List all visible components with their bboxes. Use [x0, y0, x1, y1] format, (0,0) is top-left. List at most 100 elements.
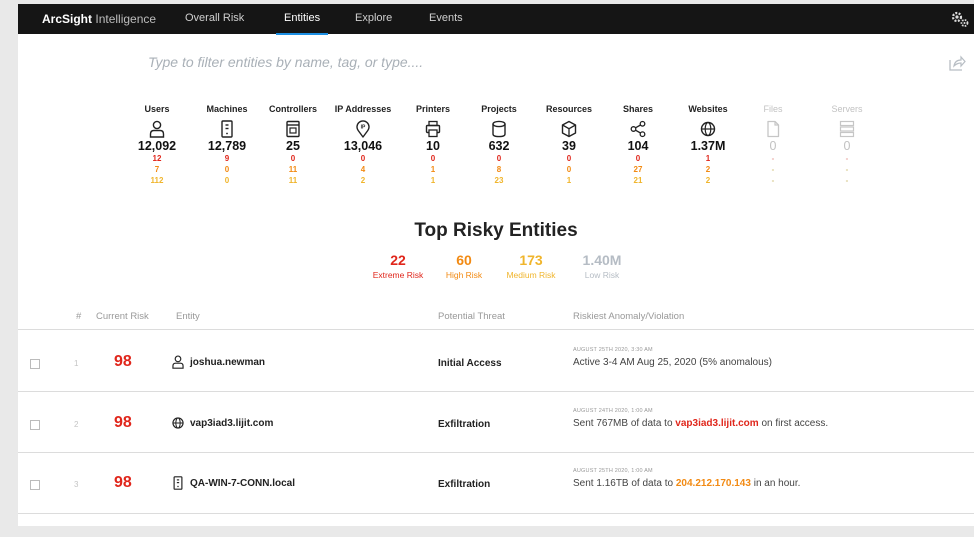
category-total: 39 [562, 139, 576, 153]
row-divider [18, 391, 974, 392]
category-files[interactable]: Files 0 - - - [733, 104, 813, 186]
row-anomaly-description[interactable]: Sent 767MB of data to vap3iad3.lijit.com… [573, 418, 828, 429]
risk-summary-extreme[interactable]: 22 Extreme Risk [363, 252, 433, 282]
column-header-current-risk[interactable]: Current Risk [96, 311, 149, 322]
row-anomaly-date: AUGUST 25TH 2020, 3:30 AM [573, 347, 653, 353]
category-servers[interactable]: Servers 0 - - - [807, 104, 887, 186]
brand-product: Intelligence [95, 12, 157, 26]
category-shares[interactable]: Shares 104 0 27 21 [598, 104, 678, 186]
globe-icon [172, 417, 184, 429]
column-header-index: # [76, 311, 82, 322]
row-entity-name[interactable]: QA-WIN-7-CONN.local [190, 478, 295, 489]
risk-summary-label: Low Risk [584, 270, 620, 280]
share-nodes-icon [630, 120, 646, 138]
category-total: 0 [843, 139, 851, 153]
category-high-count: - [845, 165, 849, 174]
category-high-count: 11 [288, 165, 298, 174]
category-label: Files [763, 104, 783, 114]
top-nav: ArcSight Intelligence Overall Risk Entit… [18, 4, 974, 35]
row-anomaly-description[interactable]: Sent 1.16TB of data to 204.212.170.143 i… [573, 478, 800, 489]
category-medium-count: 11 [288, 176, 298, 185]
category-extreme-count: 0 [635, 154, 641, 163]
row-entity-name[interactable]: vap3iad3.lijit.com [190, 418, 273, 429]
category-ip-addresses[interactable]: IP Addresses IP 13,046 0 4 2 [323, 104, 403, 186]
file-icon [767, 120, 780, 138]
machine-icon [173, 476, 183, 490]
category-extreme-count: - [771, 154, 775, 163]
category-high-count: 7 [154, 165, 160, 174]
risk-summary-label: Extreme Risk [372, 270, 424, 280]
tab-entities-label: Entities [284, 12, 321, 24]
category-extreme-count: - [845, 154, 849, 163]
machine-icon [221, 120, 233, 138]
user-icon [172, 355, 184, 369]
anomaly-text: on first access. [758, 418, 829, 429]
settings-gears-icon[interactable] [950, 9, 970, 29]
category-total: 632 [488, 139, 510, 153]
category-total: 12,092 [137, 139, 177, 153]
category-medium-count: 1 [566, 176, 572, 185]
category-extreme-count: 0 [290, 154, 296, 163]
risk-summary-high[interactable]: 60 High Risk [429, 252, 499, 282]
category-label: Projects [481, 104, 517, 114]
brand-logo[interactable]: ArcSight Intelligence [42, 12, 156, 26]
row-entity-name[interactable]: joshua.newman [190, 357, 265, 368]
tab-overall-risk[interactable]: Overall Risk [185, 12, 244, 24]
column-header-riskiest-anomaly[interactable]: Riskiest Anomaly/Violation [573, 311, 684, 322]
active-tab-indicator [276, 33, 329, 35]
row-divider [18, 452, 974, 453]
row-potential-threat: Initial Access [438, 358, 502, 369]
row-anomaly-date: AUGUST 25TH 2020, 1:00 AM [573, 468, 653, 474]
controller-icon [286, 120, 300, 138]
row-anomaly-date: AUGUST 24TH 2020, 1:00 AM [573, 408, 653, 414]
anomaly-highlight[interactable]: vap3iad3.lijit.com [675, 418, 758, 429]
risk-summary-label: High Risk [445, 270, 483, 280]
entity-filter-input[interactable]: Type to filter entities by name, tag, or… [148, 54, 423, 70]
row-index: 2 [74, 420, 79, 429]
row-index: 1 [74, 359, 79, 368]
risk-summary-medium[interactable]: 173 Medium Risk [496, 252, 566, 282]
tab-explore[interactable]: Explore [355, 12, 392, 24]
risk-summary-value: 60 [456, 252, 472, 268]
row-checkbox[interactable] [30, 480, 40, 490]
category-controllers[interactable]: Controllers 25 0 11 11 [253, 104, 333, 186]
risk-summary-value: 22 [390, 252, 406, 268]
category-total: 0 [769, 139, 777, 153]
category-projects[interactable]: Projects 632 0 8 23 [459, 104, 539, 186]
category-extreme-count: 0 [496, 154, 502, 163]
user-icon [149, 120, 165, 138]
category-label: Shares [622, 104, 654, 114]
anomaly-highlight[interactable]: 204.212.170.143 [676, 478, 751, 489]
tab-entities[interactable]: Entities [276, 12, 329, 35]
anomaly-text: Sent 767MB of data to [573, 418, 676, 429]
row-anomaly-description[interactable]: Active 3-4 AM Aug 25, 2020 (5% anomalous… [573, 357, 772, 368]
category-total: 104 [627, 139, 649, 153]
row-potential-threat: Exfiltration [438, 419, 491, 430]
category-resources[interactable]: Resources 39 0 0 1 [529, 104, 609, 186]
row-checkbox[interactable] [30, 420, 40, 430]
app-window: ArcSight Intelligence Overall Risk Entit… [18, 4, 974, 526]
brand-name: ArcSight [42, 12, 93, 26]
category-medium-count: 21 [633, 176, 643, 185]
category-high-count: 0 [566, 165, 572, 174]
category-extreme-count: 12 [152, 154, 162, 163]
database-icon [492, 120, 506, 138]
globe-icon [700, 121, 716, 137]
top-risky-title: Top Risky Entities [414, 220, 578, 241]
row-risk-score: 98 [114, 414, 132, 431]
category-medium-count: 2 [360, 176, 366, 185]
risk-summary-value: 1.40M [582, 252, 622, 268]
column-header-potential-threat[interactable]: Potential Threat [438, 311, 505, 322]
column-header-entity[interactable]: Entity [176, 311, 200, 322]
row-checkbox[interactable] [30, 359, 40, 369]
tab-events[interactable]: Events [429, 12, 463, 24]
printer-icon [425, 120, 441, 138]
category-high-count: 4 [360, 165, 366, 174]
risk-summary-low[interactable]: 1.40M Low Risk [567, 252, 637, 282]
risk-summary-value: 173 [519, 252, 543, 268]
category-users[interactable]: Users 12,092 12 7 112 [117, 104, 197, 186]
table-header-divider [18, 329, 974, 330]
anomaly-text: in an hour. [750, 478, 801, 489]
server-icon [839, 120, 855, 138]
export-icon[interactable] [948, 54, 966, 72]
